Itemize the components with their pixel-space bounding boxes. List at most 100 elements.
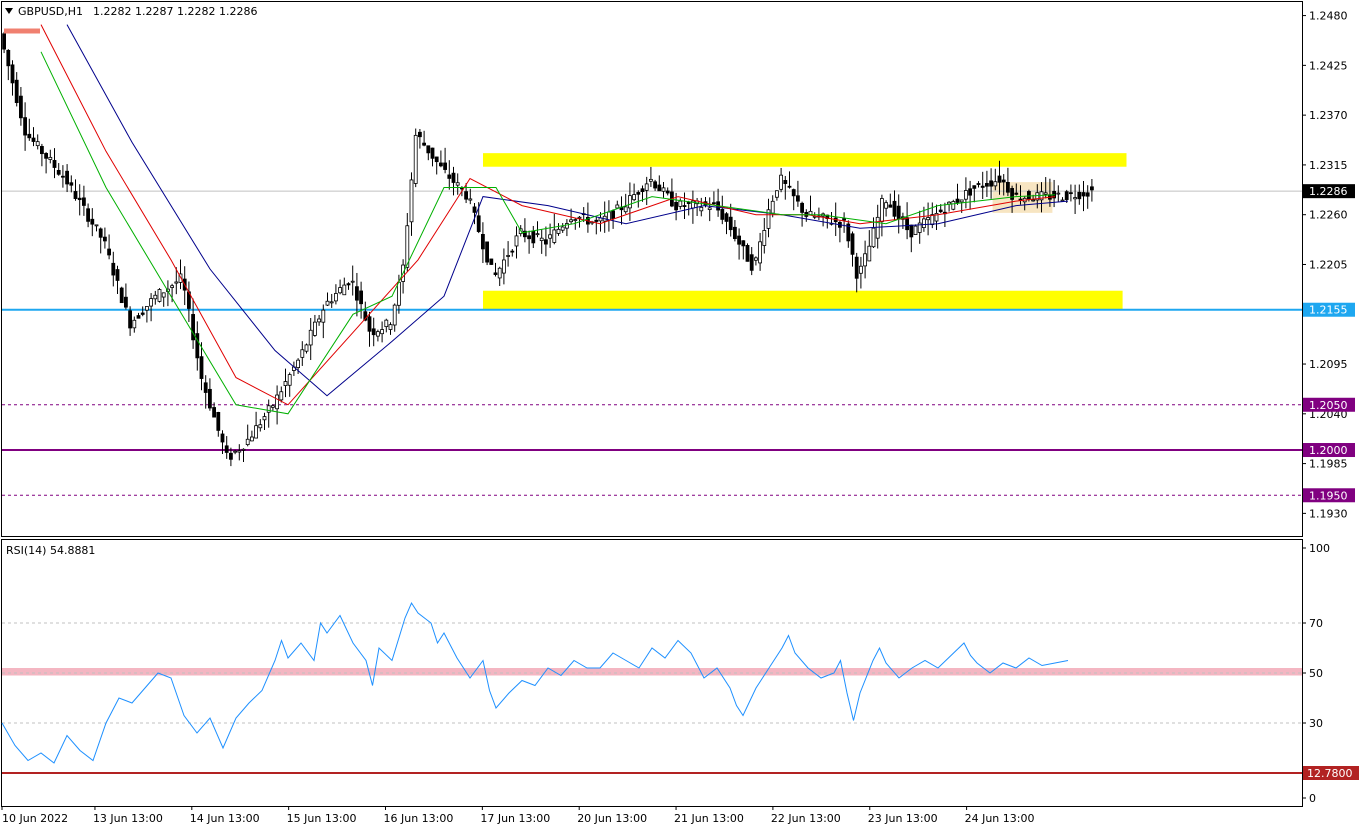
time-tick-label: 23 Jun 13:00: [868, 812, 938, 825]
candle-body: [909, 224, 914, 238]
candle-body: [111, 262, 116, 276]
candle-body: [539, 237, 544, 242]
candle-body: [884, 202, 888, 209]
candle-body: [896, 205, 901, 220]
candle-body: [73, 191, 78, 199]
candle-body: [510, 250, 515, 253]
candle-body: [980, 185, 985, 188]
candle-body: [329, 301, 334, 304]
candle-body: [1064, 191, 1069, 200]
candle-body: [48, 156, 53, 160]
price-level-badge-label: 1.2050: [1309, 399, 1348, 412]
ohlc-values: 1.2282 1.2287 1.2282 1.2286: [93, 5, 257, 18]
candle-body: [640, 188, 645, 193]
candle-body: [1031, 199, 1035, 202]
candle-body: [396, 281, 401, 306]
candle-body: [531, 230, 536, 244]
candle-body: [762, 230, 767, 246]
candle-body: [728, 216, 733, 231]
candle-body: [1010, 188, 1014, 200]
candle-body: [1060, 199, 1065, 202]
candle-body: [422, 142, 427, 146]
candle-body: [653, 181, 657, 189]
candle-body: [745, 244, 750, 262]
candle: [913, 224, 918, 235]
candle-body: [1027, 191, 1031, 200]
candle-body: [245, 438, 250, 445]
candle-body: [569, 219, 573, 223]
candle-body: [497, 267, 502, 279]
price-tick-label: 1.2205: [1309, 258, 1348, 271]
candle-body: [594, 219, 599, 222]
rsi-axis: 100 70 50 30 0 12.7800: [1302, 542, 1359, 805]
candle-body: [342, 284, 347, 296]
candle-body: [367, 316, 372, 332]
candle-body: [325, 300, 330, 306]
candle-body: [892, 200, 897, 217]
candle-body: [447, 174, 452, 179]
candle-body: [552, 229, 557, 243]
price-tick-label: 1.1985: [1309, 458, 1348, 471]
candle-body: [674, 201, 678, 211]
candle-body: [409, 179, 414, 223]
candle-body: [850, 233, 855, 255]
candle-body: [149, 298, 154, 307]
candle-body: [426, 145, 431, 154]
candle: [157, 288, 162, 303]
candle-body: [644, 183, 649, 191]
candle-body: [905, 217, 909, 231]
candle-body: [1014, 192, 1019, 195]
candle-body: [27, 133, 32, 139]
candle-body: [279, 391, 284, 401]
candle-body: [636, 192, 641, 195]
trading-chart[interactable]: 1.2480 1.2425 1.2370 1.2315 1.2286 1.2260 1.22…: [0, 0, 1359, 829]
candle-body: [275, 394, 280, 410]
candle-body: [783, 180, 788, 184]
candle-body: [44, 153, 48, 159]
candle-body: [707, 207, 712, 210]
candle-body: [720, 208, 725, 220]
price-tick-label: 1.2260: [1309, 209, 1348, 222]
candle-body: [6, 49, 11, 67]
candle-body: [296, 359, 301, 368]
candle-body: [249, 436, 254, 442]
candle-body: [493, 272, 498, 275]
candle-body: [623, 206, 628, 213]
candle-body: [124, 296, 128, 308]
candle-body: [913, 225, 918, 235]
candle-body: [35, 141, 40, 147]
candle-body: [417, 131, 422, 138]
candle-body: [565, 223, 569, 229]
candle: [119, 286, 124, 304]
candle-body: [775, 190, 779, 198]
candle: [745, 243, 750, 262]
candle-body: [501, 259, 506, 274]
candle-body: [300, 349, 305, 358]
candle-body: [94, 224, 99, 227]
candle-body: [107, 248, 111, 256]
time-tick-label: 22 Jun 13:00: [771, 812, 841, 825]
candle-body: [388, 324, 393, 330]
rsi-tick-label: 50: [1309, 667, 1323, 680]
price-tick-label: 1.2425: [1309, 59, 1348, 72]
candle-body: [174, 281, 179, 284]
candle-body: [1018, 198, 1023, 201]
candle-body: [607, 211, 611, 221]
candle-body: [535, 233, 540, 236]
time-tick-label: 17 Jun 13:00: [480, 812, 550, 825]
candle-body: [976, 183, 981, 185]
candle-body: [724, 213, 729, 222]
candle-body: [959, 199, 964, 203]
candle-body: [867, 245, 872, 262]
time-tick-label: 15 Jun 13:00: [287, 812, 357, 825]
candle-body: [61, 175, 65, 178]
resistance-zone: [483, 153, 1127, 167]
candle-body: [207, 388, 212, 409]
candle-body: [611, 210, 615, 219]
time-tick-label: 16 Jun 13:00: [384, 812, 454, 825]
candle-body: [1056, 192, 1061, 195]
candle-body: [136, 315, 141, 319]
candle-body: [573, 219, 578, 221]
price-tick-label: 1.2480: [1309, 10, 1348, 23]
candle-body: [615, 204, 620, 209]
